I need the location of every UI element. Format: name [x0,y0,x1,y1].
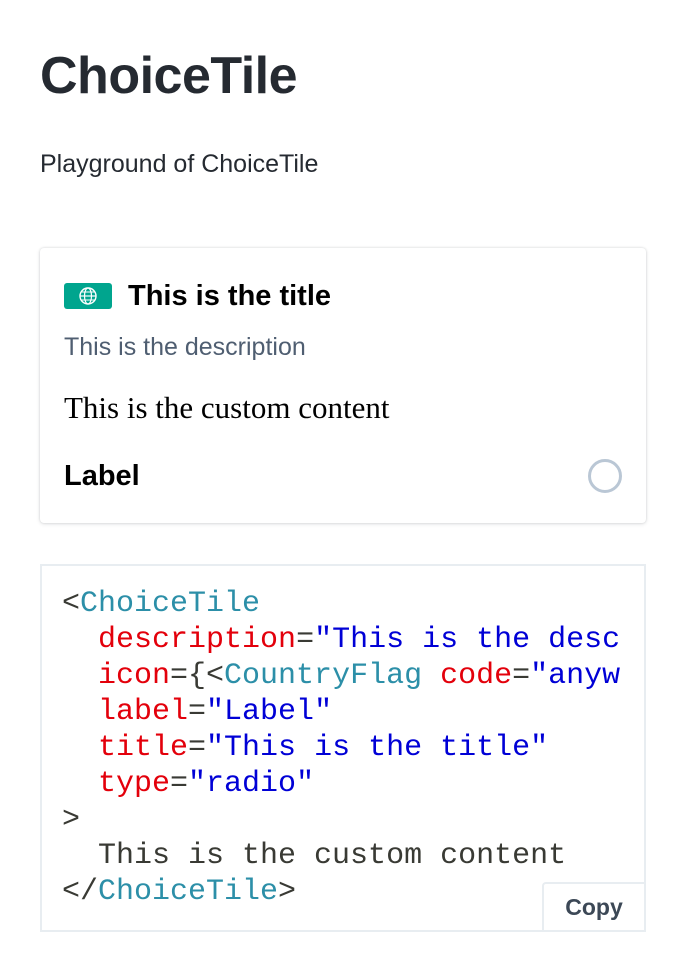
code-equals: = [188,731,207,765]
copy-button[interactable]: Copy [542,882,644,930]
code-val-description: "This is the desc [314,623,621,657]
code-val-title: "This is the title" [206,731,549,765]
radio-button[interactable] [588,459,622,493]
code-closing-bracket: > [278,875,297,909]
code-attr-icon: icon [98,659,171,693]
code-val-label: "Label" [206,695,333,729]
code-attr-type: type [98,767,171,801]
code-open-bracket: < [62,587,81,621]
page-title: ChoiceTile [40,47,298,105]
code-attr-code: code [440,659,513,693]
code-snippet: <ChoiceTile description="This is the des… [62,586,620,910]
code-icon-open: ={< [170,659,225,693]
code-attr-description: description [98,623,297,657]
code-attr-label: label [98,695,189,729]
code-attr-title: title [98,731,189,765]
code-children: This is the custom content [98,839,567,873]
globe-icon [79,287,97,305]
choice-tile[interactable]: This is the title This is the descriptio… [40,248,646,523]
code-equals: = [188,695,207,729]
code-equals: = [296,623,315,657]
code-icon-component: CountryFlag [224,659,423,693]
code-component-name: ChoiceTile [80,587,261,621]
code-block: <ChoiceTile description="This is the des… [40,564,646,932]
code-closing-component: ChoiceTile [98,875,279,909]
tile-title: This is the title [128,280,332,312]
tile-custom-content: This is the custom content [64,390,390,425]
tile-label: Label [64,459,140,492]
tile-header: This is the title [64,276,331,316]
page-subtitle: Playground of ChoiceTile [40,150,319,178]
code-val-code: "anyw [530,659,621,693]
tile-description: This is the description [64,333,306,361]
code-equals: = [170,767,189,801]
code-val-type: "radio" [188,767,315,801]
tile-footer: Label [64,452,622,500]
globe-flag-icon [64,283,112,309]
code-closing-open: </ [62,875,99,909]
code-equals: = [512,659,531,693]
code-close-bracket: > [62,803,81,837]
playground-page: ChoiceTile Playground of ChoiceTile This… [0,0,686,972]
